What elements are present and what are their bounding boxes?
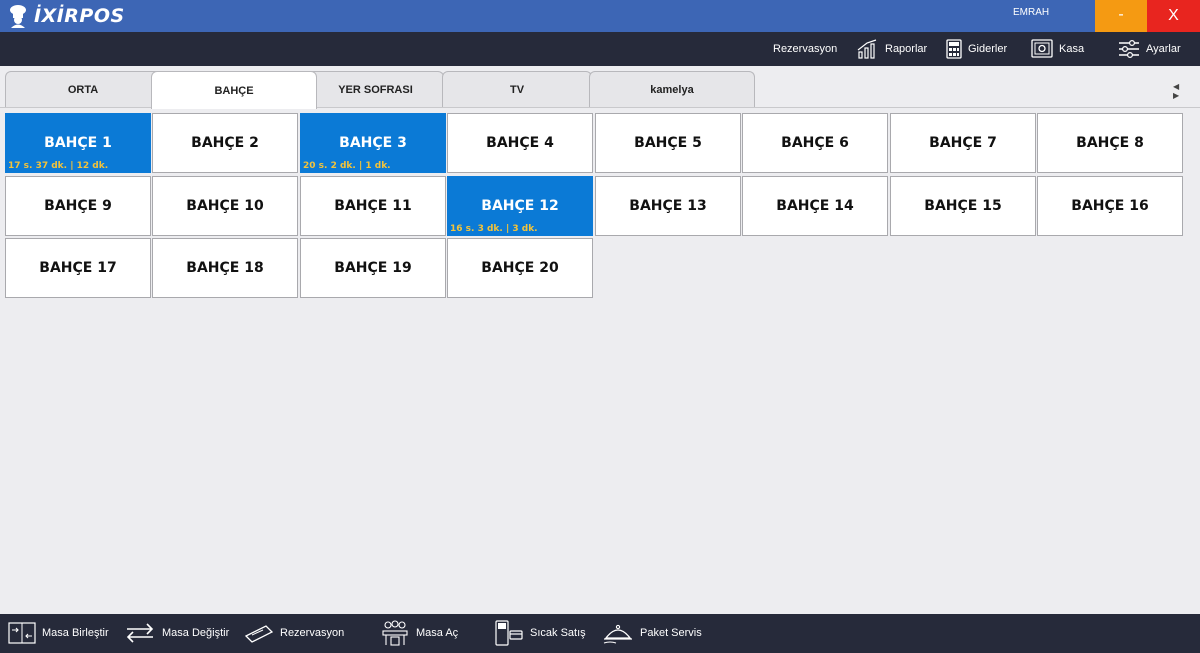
merge-icon — [8, 622, 36, 644]
nav-ayarlar-label: Ayarlar — [1146, 43, 1181, 55]
table-label: BAHÇE 2 — [191, 135, 259, 151]
nav-giderler-label: Giderler — [968, 43, 1008, 55]
pos-terminal-icon — [495, 620, 523, 646]
nav-raporlar[interactable]: Raporlar — [857, 38, 927, 60]
title-bar: İXİRPOS EMRAH - X — [0, 0, 1200, 32]
table-bahce-20[interactable]: BAHÇE 20 — [447, 238, 593, 298]
table-bahce-6[interactable]: BAHÇE 6 — [742, 113, 888, 173]
table-label: BAHÇE 11 — [334, 198, 412, 214]
table-label: BAHÇE 4 — [486, 135, 554, 151]
table-label: BAHÇE 1 — [44, 135, 112, 151]
table-info: 17 s. 37 dk. | 12 dk. — [8, 161, 109, 171]
table-bahce-11[interactable]: BAHÇE 11 — [300, 176, 446, 236]
table-bahce-13[interactable]: BAHÇE 13 — [595, 176, 741, 236]
nav-rezervasyon[interactable]: Rezervasyon — [773, 38, 837, 60]
masa-ac-label: Masa Aç — [416, 627, 459, 639]
table-label: BAHÇE 20 — [481, 260, 559, 276]
sliders-icon — [1119, 39, 1139, 59]
tab-tv[interactable]: TV — [442, 71, 592, 107]
table-label: BAHÇE 17 — [39, 260, 117, 276]
sicak-satis-label: Sıcak Satış — [530, 627, 586, 639]
table-people-icon — [382, 620, 408, 646]
tab-orta[interactable]: ORTA — [5, 71, 161, 107]
table-label: BAHÇE 15 — [924, 198, 1002, 214]
table-bahce-14[interactable]: BAHÇE 14 — [742, 176, 888, 236]
table-bahce-1[interactable]: BAHÇE 1 17 s. 37 dk. | 12 dk. — [5, 113, 151, 173]
masa-birlestir-button[interactable]: Masa Birleştir — [8, 621, 109, 645]
swap-arrows-icon — [126, 623, 154, 643]
table-label: BAHÇE 9 — [44, 198, 112, 214]
chef-hat-icon — [10, 5, 26, 28]
nav-giderler[interactable]: Giderler — [946, 38, 1007, 60]
table-bahce-19[interactable]: BAHÇE 19 — [300, 238, 446, 298]
table-bahce-4[interactable]: BAHÇE 4 — [447, 113, 593, 173]
masa-birlestir-label: Masa Birleştir — [42, 627, 109, 639]
tab-kamelya[interactable]: kamelya — [589, 71, 755, 107]
ticket-icon — [244, 625, 274, 643]
table-info: 16 s. 3 dk. | 3 dk. — [450, 224, 538, 234]
tab-bahce[interactable]: BAHÇE — [151, 71, 317, 109]
bottom-toolbar: Masa Birleştir Masa Değiştir Rezervasyon… — [0, 614, 1200, 653]
masa-degistir-label: Masa Değiştir — [162, 627, 230, 639]
nav-kasa-label: Kasa — [1059, 43, 1085, 55]
nav-raporlar-label: Raporlar — [885, 43, 928, 55]
table-label: BAHÇE 19 — [334, 260, 412, 276]
table-label: BAHÇE 8 — [1076, 135, 1144, 151]
paket-servis-button[interactable]: Paket Servis — [602, 621, 702, 645]
user-name[interactable]: EMRAH — [1013, 7, 1049, 18]
top-nav: Rezervasyon Raporlar Giderler Kasa Ayarl… — [0, 32, 1200, 66]
table-label: BAHÇE 6 — [781, 135, 849, 151]
tab-scroll-arrows[interactable]: ◀ ▶ — [1173, 82, 1200, 100]
logo-text: İXİRPOS — [34, 5, 125, 27]
table-bahce-8[interactable]: BAHÇE 8 — [1037, 113, 1183, 173]
table-bahce-12[interactable]: BAHÇE 12 16 s. 3 dk. | 3 dk. — [447, 176, 593, 236]
table-label: BAHÇE 13 — [629, 198, 707, 214]
nav-kasa[interactable]: Kasa — [1031, 38, 1084, 60]
chart-icon — [857, 39, 877, 59]
table-label: BAHÇE 7 — [929, 135, 997, 151]
table-bahce-17[interactable]: BAHÇE 17 — [5, 238, 151, 298]
table-label: BAHÇE 16 — [1071, 198, 1149, 214]
masa-degistir-button[interactable]: Masa Değiştir — [124, 621, 229, 645]
table-bahce-10[interactable]: BAHÇE 10 — [152, 176, 298, 236]
sicak-satis-button[interactable]: Sıcak Satış — [494, 620, 586, 646]
table-bahce-15[interactable]: BAHÇE 15 — [890, 176, 1036, 236]
nav-ayarlar[interactable]: Ayarlar — [1118, 38, 1181, 60]
food-cloche-icon — [603, 624, 632, 644]
table-label: BAHÇE 3 — [339, 135, 407, 151]
close-button[interactable]: X — [1147, 0, 1200, 32]
table-bahce-16[interactable]: BAHÇE 16 — [1037, 176, 1183, 236]
rezervasyon-button[interactable]: Rezervasyon — [244, 621, 344, 645]
table-label: BAHÇE 14 — [776, 198, 854, 214]
table-info: 20 s. 2 dk. | 1 dk. — [303, 161, 391, 171]
table-bahce-2[interactable]: BAHÇE 2 — [152, 113, 298, 173]
minimize-button[interactable]: - — [1095, 0, 1147, 32]
paket-servis-label: Paket Servis — [640, 627, 702, 639]
masa-ac-button[interactable]: Masa Aç — [380, 620, 459, 646]
table-label: BAHÇE 5 — [634, 135, 702, 151]
table-bahce-9[interactable]: BAHÇE 9 — [5, 176, 151, 236]
app-logo: İXİRPOS — [8, 4, 125, 28]
table-bahce-3[interactable]: BAHÇE 3 20 s. 2 dk. | 1 dk. — [300, 113, 446, 173]
table-label: BAHÇE 10 — [186, 198, 264, 214]
nav-rezervasyon-label: Rezervasyon — [773, 43, 838, 55]
table-bahce-7[interactable]: BAHÇE 7 — [890, 113, 1036, 173]
table-bahce-5[interactable]: BAHÇE 5 — [595, 113, 741, 173]
table-bahce-18[interactable]: BAHÇE 18 — [152, 238, 298, 298]
table-label: BAHÇE 18 — [186, 260, 264, 276]
safe-icon — [1031, 39, 1053, 58]
calculator-icon — [946, 39, 962, 59]
rezervasyon-label: Rezervasyon — [280, 627, 345, 639]
tab-yer-sofrasi[interactable]: YER SOFRASI — [307, 71, 444, 107]
table-label: BAHÇE 12 — [481, 198, 559, 214]
